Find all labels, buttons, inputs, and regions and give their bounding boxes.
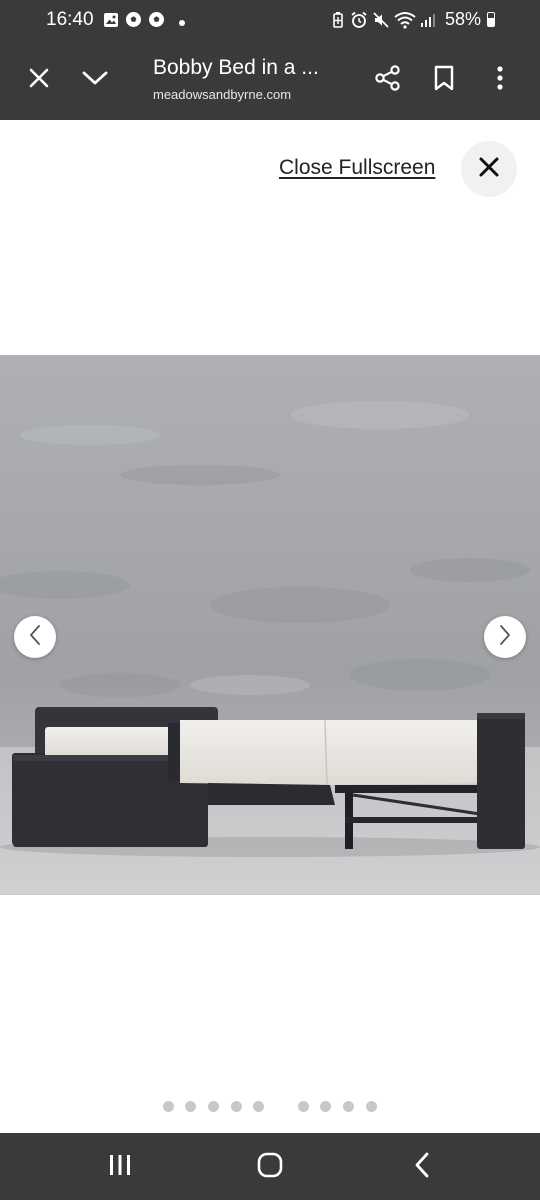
soccer-ball-icon <box>125 11 142 33</box>
close-icon <box>28 67 50 94</box>
status-bar: 16:40 58% <box>0 0 540 40</box>
close-fullscreen-button[interactable] <box>461 141 517 197</box>
gallery-icon <box>103 12 119 33</box>
battery-saver-icon <box>330 11 346 34</box>
soccer-ball-icon <box>148 11 165 33</box>
next-image-button[interactable] <box>484 616 526 658</box>
share-icon <box>374 64 402 97</box>
chevron-left-icon <box>28 624 42 651</box>
status-time: 16:40 <box>46 9 94 30</box>
minimize-button[interactable] <box>75 60 115 100</box>
battery-icon <box>487 12 495 27</box>
battery-percent: 58% <box>445 9 482 29</box>
wifi-icon <box>394 11 416 34</box>
close-tab-button[interactable] <box>19 60 59 100</box>
system-nav-bar <box>0 1133 540 1200</box>
pagination-dot[interactable] <box>208 1101 219 1112</box>
home-button[interactable] <box>248 1145 292 1189</box>
recents-button[interactable] <box>98 1145 142 1189</box>
close-icon <box>478 156 500 183</box>
signal-icon <box>420 12 436 33</box>
pagination-dot[interactable] <box>231 1101 242 1112</box>
image-pagination <box>0 1101 540 1113</box>
status-system-icons <box>330 11 436 34</box>
pagination-dot[interactable] <box>185 1101 196 1112</box>
bookmark-button[interactable] <box>424 60 464 100</box>
chevron-down-icon <box>82 70 108 91</box>
bookmark-icon <box>433 65 455 96</box>
pagination-dot[interactable] <box>253 1101 264 1112</box>
page-title: Bobby Bed in a ... <box>153 56 319 79</box>
share-button[interactable] <box>368 60 408 100</box>
pagination-dot[interactable] <box>320 1101 331 1112</box>
pagination-dot[interactable] <box>163 1101 174 1112</box>
page-url: meadowsandbyrne.com <box>153 87 292 102</box>
pagination-dot[interactable] <box>343 1101 354 1112</box>
product-image[interactable] <box>0 355 540 895</box>
recents-icon <box>108 1153 132 1182</box>
close-fullscreen-link[interactable]: Close Fullscreen <box>279 156 435 180</box>
alarm-icon <box>350 11 368 34</box>
chevron-right-icon <box>498 624 512 651</box>
sofa-bed-photo <box>0 355 540 895</box>
pagination-dot[interactable] <box>298 1101 309 1112</box>
more-icon <box>496 65 504 96</box>
back-icon <box>413 1152 431 1183</box>
dot-icon <box>179 13 185 31</box>
mute-icon <box>372 11 390 34</box>
pagination-dot[interactable] <box>366 1101 377 1112</box>
previous-image-button[interactable] <box>14 616 56 658</box>
status-notification-icons <box>103 11 185 33</box>
home-icon <box>256 1151 284 1184</box>
browser-toolbar: Bobby Bed in a ... meadowsandbyrne.com <box>0 40 540 120</box>
back-button[interactable] <box>400 1145 444 1189</box>
more-options-button[interactable] <box>480 60 520 100</box>
